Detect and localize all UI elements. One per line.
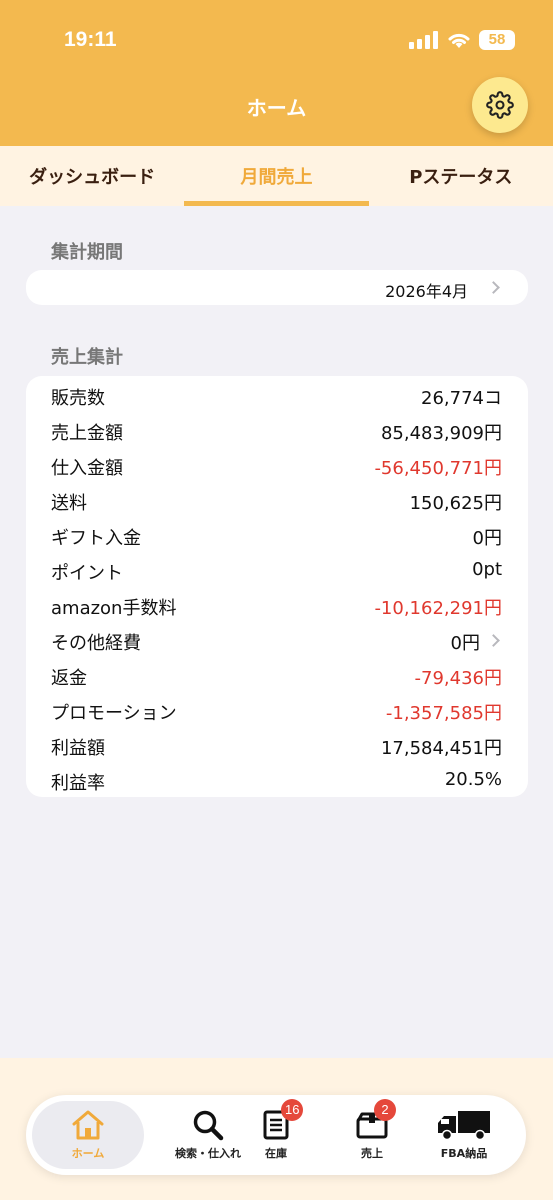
row-label: ギフト入金 <box>51 528 141 549</box>
row-label: その他経費 <box>51 633 141 654</box>
tab-monthly-sales[interactable]: 月間売上 <box>184 146 369 206</box>
row-label: 利益率 <box>51 773 105 794</box>
row-value: 0円 <box>472 528 502 549</box>
summary-section-label: 売上集計 <box>51 347 123 368</box>
tabbar-label: 在庫 <box>265 1147 287 1160</box>
top-tabs: ダッシュボード 月間売上 Pステータス <box>0 146 553 206</box>
bottom-tab-bar: ホーム 検索・仕入れ 16 在庫 2 売上 FBA納品 <box>26 1095 526 1175</box>
tabbar-item-fba[interactable]: FBA納品 <box>414 1095 514 1175</box>
period-selector[interactable]: 2026年4月 <box>26 270 528 305</box>
gear-icon <box>486 91 514 119</box>
summary-row-shipping: 送料 150,625円 <box>26 483 528 518</box>
summary-row-refunds: 返金 -79,436円 <box>26 658 528 693</box>
page-title: ホーム <box>246 96 307 120</box>
row-label: プロモーション <box>51 703 177 724</box>
tabbar-label: 売上 <box>361 1147 383 1160</box>
row-label: amazon手数料 <box>51 598 177 619</box>
row-label: 利益額 <box>51 738 105 759</box>
row-value: 150,625円 <box>409 493 502 514</box>
row-label: ポイント <box>51 563 123 584</box>
signal-icon <box>409 31 438 49</box>
status-icons: 58 <box>409 30 515 50</box>
period-value: 2026年4月 <box>385 282 468 301</box>
row-value: -56,450,771円 <box>374 458 502 479</box>
row-label: 送料 <box>51 493 87 514</box>
row-value: 17,584,451円 <box>380 738 502 759</box>
period-section-label: 集計期間 <box>51 242 123 263</box>
settings-button[interactable] <box>472 77 528 133</box>
summary-card: 販売数 26,774コ 売上金額 85,483,909円 仕入金額 -56,45… <box>26 376 528 797</box>
summary-row-promotion: プロモーション -1,357,585円 <box>26 693 528 728</box>
status-time: 19:11 <box>64 28 117 51</box>
header-bar: 19:11 58 ホーム <box>0 0 553 146</box>
summary-row-sales-amount: 売上金額 85,483,909円 <box>26 413 528 448</box>
tabbar-item-inventory[interactable]: 16 在庫 <box>226 1095 326 1175</box>
row-value: -79,436円 <box>414 668 502 689</box>
summary-row-purchase-amount: 仕入金額 -56,450,771円 <box>26 448 528 483</box>
tab-dashboard[interactable]: ダッシュボード <box>0 146 184 206</box>
summary-row-gift-deposit: ギフト入金 0円 <box>26 518 528 553</box>
search-icon <box>193 1110 224 1141</box>
row-value: -1,357,585円 <box>385 703 502 724</box>
row-value: -10,162,291円 <box>374 598 502 619</box>
row-label: 販売数 <box>51 388 105 409</box>
tabbar-item-home[interactable]: ホーム <box>32 1101 144 1169</box>
summary-row-profit: 利益額 17,584,451円 <box>26 728 528 763</box>
wifi-icon <box>448 33 470 48</box>
row-value: 85,483,909円 <box>380 423 502 444</box>
summary-row-sales-count: 販売数 26,774コ <box>26 378 528 413</box>
summary-row-points: ポイント 0pt <box>26 553 528 588</box>
row-label: 返金 <box>51 668 87 689</box>
home-icon <box>72 1110 104 1140</box>
truck-icon <box>438 1111 490 1141</box>
row-value: 26,774コ <box>421 388 502 409</box>
tabbar-label: ホーム <box>71 1147 105 1160</box>
row-value: 20.5% <box>444 769 502 790</box>
inventory-badge: 16 <box>281 1099 304 1121</box>
summary-row-amazon-fees: amazon手数料 -10,162,291円 <box>26 588 528 623</box>
row-label: 仕入金額 <box>51 458 123 479</box>
battery-indicator: 58 <box>479 30 515 50</box>
row-value: 0円 <box>450 633 480 654</box>
row-label: 売上金額 <box>51 423 123 444</box>
tabbar-item-sales[interactable]: 2 売上 <box>322 1095 422 1175</box>
summary-row-other-expenses[interactable]: その他経費 0円 <box>26 623 528 658</box>
summary-row-profit-rate: 利益率 20.5% <box>26 763 528 798</box>
chevron-right-icon <box>487 281 500 294</box>
row-value: 0pt <box>472 559 502 580</box>
sales-badge: 2 <box>374 1099 396 1121</box>
chevron-right-icon <box>487 634 500 647</box>
tab-p-status[interactable]: Pステータス <box>369 146 553 206</box>
tabbar-label: FBA納品 <box>440 1147 488 1160</box>
